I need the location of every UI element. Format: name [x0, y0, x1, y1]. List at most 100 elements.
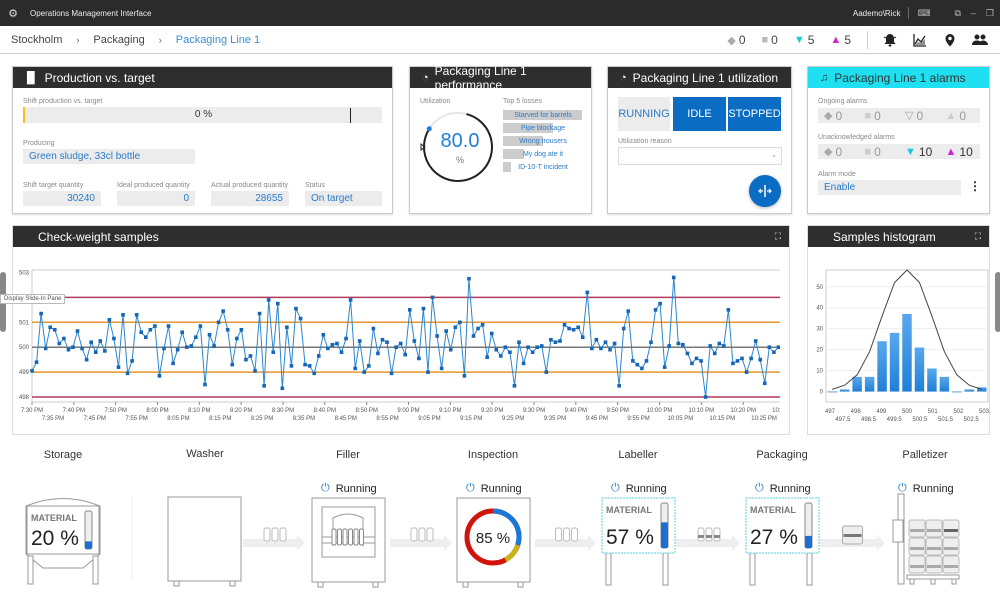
x-tick-label: 8:00 PM: [146, 408, 168, 414]
data-point: [690, 361, 694, 366]
x-tick-label: 10:05 PM: [668, 416, 694, 422]
loss-label: Starved for barrels: [514, 111, 572, 119]
user-name[interactable]: Aademo\Rick: [853, 9, 901, 18]
data-point: [412, 339, 417, 343]
x-tick-label: 7:35 PM: [42, 416, 64, 422]
data-point: [712, 351, 717, 356]
stopped-button[interactable]: STOPPED: [728, 97, 781, 131]
split-fab-button[interactable]: [749, 175, 781, 207]
data-point: [225, 327, 230, 332]
data-point: [339, 350, 344, 354]
power-icon: ⏻: [755, 482, 764, 494]
fullscreen-icon[interactable]: ⛶: [975, 231, 981, 242]
ongoing-alarms-row[interactable]: ◆ 0 ■ 0 ▽ 0 ▲ 0: [818, 108, 980, 123]
crate-band: [910, 565, 924, 568]
alarm-count: ▽ 0: [905, 109, 940, 123]
status-field: On target: [305, 191, 382, 206]
loss-item[interactable]: ID-10-T incident: [503, 162, 583, 172]
stage-status: ⏻ Running: [466, 482, 522, 495]
nav-count-triangle-up[interactable]: ▲ 5: [830, 33, 851, 47]
stage-status: ⏻ Running: [321, 482, 377, 495]
x-tick-label: 9:45 PM: [586, 416, 608, 422]
nav-count-diamond[interactable]: ◆ 0: [727, 33, 745, 47]
data-point: [207, 332, 212, 337]
location-pin-icon[interactable]: [942, 32, 958, 48]
x-tick-label: 499: [876, 409, 887, 415]
bottle-icon: [359, 528, 364, 546]
breadcrumb-stockholm[interactable]: Stockholm: [11, 34, 62, 46]
panel-title: Production vs. target: [44, 70, 155, 85]
data-point: [649, 340, 653, 345]
loss-item[interactable]: Pipe blockage: [503, 123, 583, 133]
utilization-panel: ◔ Packaging Line 1 utilization RUNNING I…: [607, 66, 792, 214]
power-icon: ⏻: [466, 482, 475, 494]
unack-alarms-row[interactable]: ◆ 0 ■ 0 ▼ 10 ▲ 10: [818, 144, 980, 159]
data-point: [98, 339, 103, 343]
data-point: [767, 345, 772, 350]
shift-production-label: Shift production vs. target: [23, 98, 103, 105]
data-point: [703, 395, 708, 399]
histogram-bar: [827, 391, 837, 393]
unack-alarms-label: Unacknowledged alarms: [818, 134, 895, 141]
data-point: [594, 337, 599, 342]
utilization-reason-select[interactable]: ⌄: [618, 147, 782, 165]
data-point: [248, 354, 253, 358]
alarms-panel: ♫ Packaging Line 1 alarms Ongoing alarms…: [807, 66, 990, 214]
running-button[interactable]: RUNNING: [618, 97, 670, 131]
disconnect-icon[interactable]: ⧉: [954, 8, 960, 19]
data-point: [157, 374, 162, 378]
crate-band: [944, 547, 958, 550]
crate-band: [910, 547, 924, 550]
stage-title-washer: Washer: [186, 448, 224, 460]
more-menu-icon[interactable]: ⋮: [969, 179, 981, 193]
production-line-diagram: MATERIAL 20 % 85 % MATERIAL 57 % MATERIAL 27 %: [25, 493, 960, 588]
users-icon[interactable]: [972, 32, 988, 48]
keyboard-icon[interactable]: ⌨: [917, 8, 930, 19]
x-tick-label: 9:55 PM: [627, 416, 649, 422]
divider: [867, 31, 868, 49]
production-panel: ▐▌ Production vs. target Shift productio…: [12, 66, 393, 214]
alarm-mode-field: Enable: [818, 180, 961, 195]
bottle-icon: [697, 527, 705, 542]
loss-item[interactable]: My dog ate it: [503, 149, 583, 159]
crate-icon: [925, 519, 943, 538]
nav-count-triangle-down[interactable]: ▼ 5: [794, 33, 815, 47]
crate-band: [927, 529, 941, 532]
restore-button[interactable]: ❐: [986, 8, 994, 19]
panel-title: Packaging Line 1 performance: [434, 63, 527, 92]
data-point: [590, 346, 594, 351]
right-slide-in-handle[interactable]: [995, 272, 1000, 332]
data-point: [462, 374, 467, 378]
sign-post: [806, 552, 813, 586]
breadcrumb-packaging[interactable]: Packaging: [93, 34, 144, 46]
count-value: 0: [771, 33, 778, 47]
idle-button[interactable]: IDLE: [673, 97, 726, 131]
nav-count-square[interactable]: ■ 0: [762, 33, 778, 47]
data-point: [353, 366, 357, 371]
data-point: [275, 301, 280, 306]
bottle-icon: [563, 527, 570, 542]
shift-target-field: 30240: [23, 191, 101, 206]
data-point: [758, 357, 763, 362]
x-tick-label: 9:40 PM: [565, 408, 587, 414]
fullscreen-icon[interactable]: ⛶: [775, 231, 781, 242]
trend-chart-icon[interactable]: [912, 32, 928, 48]
data-point: [93, 350, 98, 354]
panel-header: ◔ Packaging Line 1 performance: [410, 64, 591, 92]
power-icon: ⏻: [611, 482, 620, 494]
loss-bar: [503, 149, 524, 159]
stage-status: ⏻ Running: [611, 482, 667, 495]
data-point: [722, 344, 726, 348]
loss-item[interactable]: Wrong trousers: [503, 136, 583, 146]
data-point: [385, 340, 389, 345]
breadcrumb-current: Packaging Line 1: [175, 33, 261, 46]
data-point: [184, 345, 189, 350]
minimize-button[interactable]: –: [971, 8, 976, 18]
producing-field: Green sludge, 33cl bottle: [23, 149, 195, 164]
loss-item[interactable]: Starved for barrels: [503, 110, 583, 120]
data-point: [289, 364, 294, 368]
alarm-bell-icon[interactable]: [882, 32, 898, 48]
data-point: [448, 347, 453, 352]
bottle-icon: [271, 527, 279, 542]
data-point: [580, 335, 585, 340]
